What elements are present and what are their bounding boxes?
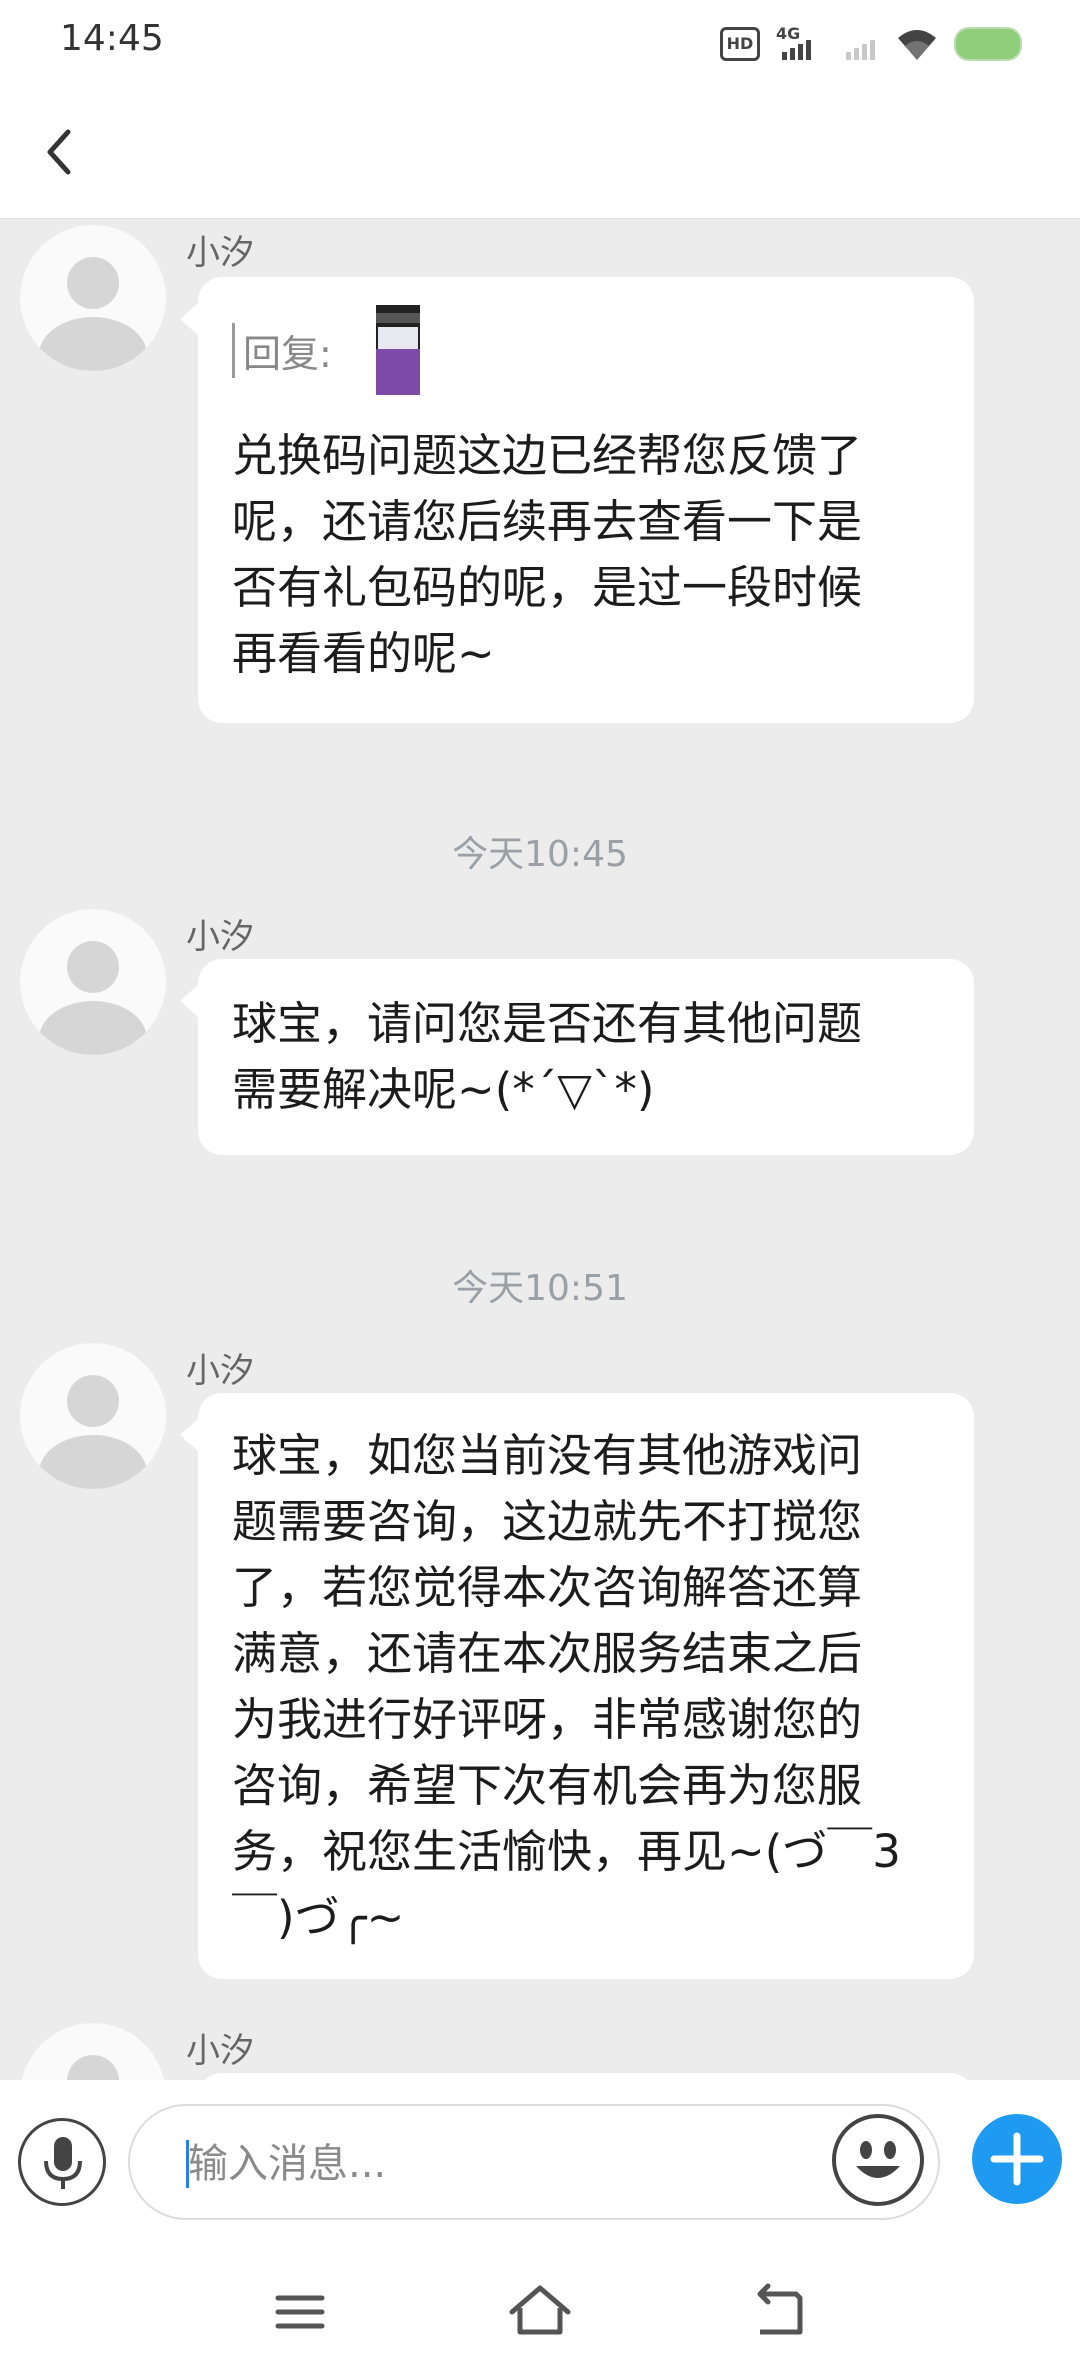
message-text: 球宝，请问您是否还有其他问题 需要解决呢~(*ˊ▽ˋ*): [232, 997, 863, 1116]
sender-name: 小汐: [186, 233, 254, 273]
reply-quote[interactable]: 回复:: [232, 285, 940, 415]
home-icon[interactable]: [500, 2272, 580, 2352]
emoji-icon: [856, 2141, 900, 2178]
emoji-button[interactable]: [832, 2114, 924, 2206]
microphone-icon: [44, 2137, 82, 2189]
message-bubble[interactable]: 球宝，请问您是否还有其他问题 需要解决呢~(*ˊ▽ˋ*): [180, 959, 974, 1155]
avatar[interactable]: [20, 2023, 166, 2080]
plus-icon: [990, 2132, 1044, 2186]
add-button[interactable]: [972, 2114, 1062, 2204]
status-bar: 14:45 HD 4G: [0, 0, 1080, 84]
message-text: 球宝，如您当前没有其他游戏问 题需要咨询，这边就先不打搅您 了，若您觉得本次咨询…: [232, 1429, 901, 1944]
status-time: 14:45: [60, 18, 164, 59]
chevron-left-icon[interactable]: [40, 122, 80, 182]
reply-thumbnail[interactable]: [375, 305, 420, 395]
avatar[interactable]: [20, 1343, 166, 1489]
voice-button[interactable]: [18, 2118, 106, 2206]
timestamp: 今天10:45: [452, 834, 628, 875]
sender-name: 小汐: [186, 1351, 254, 1391]
timestamp: 今天10:51: [452, 1268, 628, 1309]
message-input[interactable]: [186, 2138, 750, 2190]
avatar[interactable]: [20, 909, 166, 1055]
sender-name: 小汐: [186, 917, 254, 957]
signal-4g-icon: 4G: [776, 24, 824, 64]
sender-name: 小汐: [186, 2031, 254, 2071]
input-bar: [0, 2080, 1080, 2250]
message-bubble[interactable]: 球宝，如您当前没有其他游戏问 题需要咨询，这边就先不打搅您 了，若您觉得本次咨询…: [180, 1393, 974, 1979]
message-input-container[interactable]: [128, 2104, 940, 2220]
avatar[interactable]: [20, 225, 166, 371]
signal-sim2-icon: [840, 24, 880, 64]
message-bubble[interactable]: 回复: 兑换码问题这边已经帮您反馈了 呢，还请您后续再去查看一下是 否有礼包码的…: [180, 277, 974, 723]
message-text: 兑换码问题这边已经帮您反馈了 呢，还请您后续再去查看一下是 否有礼包码的呢，是过…: [232, 429, 863, 680]
status-icons: HD 4G: [720, 24, 1022, 64]
message-bubble[interactable]: [198, 2073, 974, 2080]
chat-message-list[interactable]: 小汐 回复: 兑换码问题这边已经帮您反馈了 呢，还请您后续再去查看一下是 否有礼…: [0, 219, 1080, 2080]
reply-label: 回复:: [232, 322, 332, 378]
menu-icon[interactable]: [260, 2272, 340, 2352]
chat-header: [0, 84, 1080, 219]
wifi-icon: [898, 30, 936, 60]
system-nav-bar: [0, 2250, 1080, 2376]
back-nav-icon[interactable]: [740, 2272, 820, 2352]
hd-icon: HD: [720, 27, 760, 61]
battery-icon: [954, 27, 1022, 61]
